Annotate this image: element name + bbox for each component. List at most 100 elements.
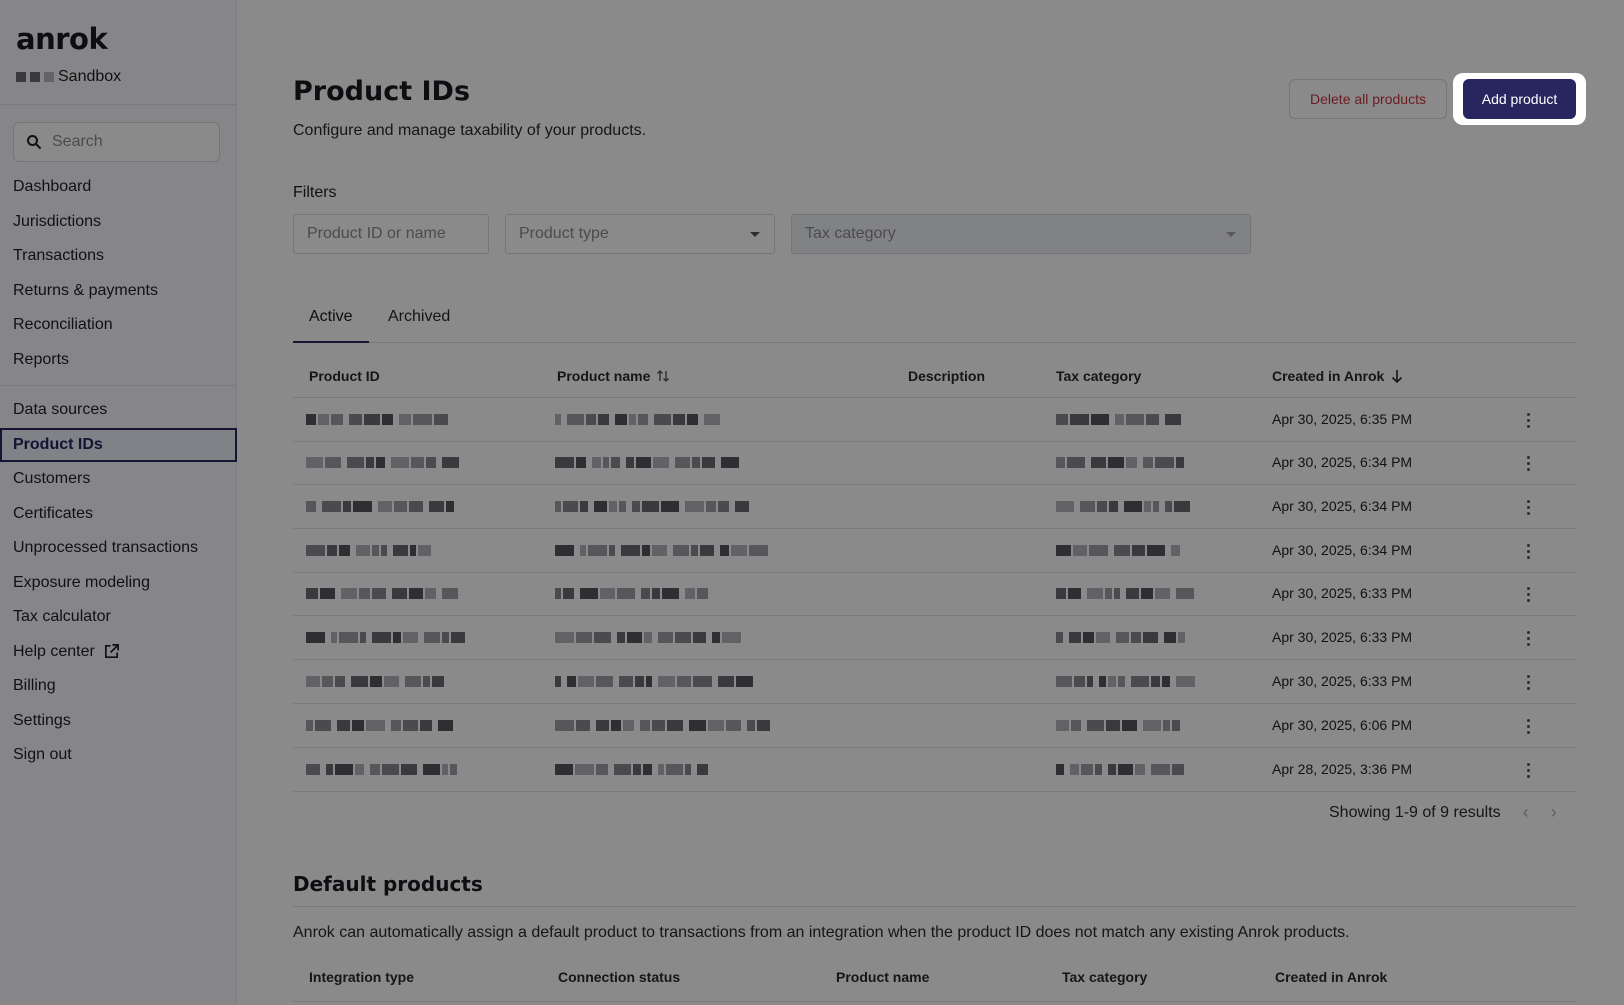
redacted-cell <box>306 632 471 644</box>
created-date: Apr 28, 2025, 3:36 PM <box>1272 761 1413 777</box>
anrok-logo[interactable]: anrok <box>16 22 108 56</box>
org-environment-label: Sandbox <box>58 68 122 85</box>
products-table-header: Product ID Product name Description Tax … <box>293 358 1576 398</box>
column-product-name[interactable]: Product name <box>557 368 670 384</box>
pagination: Showing 1-9 of 9 results ‹ › <box>1329 802 1557 823</box>
sidebar-item-dashboard[interactable]: Dashboard <box>0 170 237 205</box>
table-row[interactable]: Apr 30, 2025, 6:34 PM <box>293 441 1576 485</box>
delete-all-products-button[interactable]: Delete all products <box>1289 79 1447 119</box>
redacted-cell <box>555 720 772 732</box>
redacted-cell <box>555 457 741 469</box>
table-row[interactable]: Apr 30, 2025, 6:33 PM <box>293 660 1576 704</box>
sidebar-item-customers[interactable]: Customers <box>0 462 237 497</box>
search-input[interactable] <box>52 133 202 151</box>
more-options-icon[interactable] <box>1518 541 1538 561</box>
product-id-filter[interactable]: Product ID or name <box>293 214 489 254</box>
redacted-cell <box>1056 676 1197 688</box>
more-options-icon[interactable] <box>1518 453 1538 473</box>
redacted-cell <box>306 676 450 688</box>
more-options-icon[interactable] <box>1518 716 1538 736</box>
redacted-cell <box>1056 720 1186 732</box>
more-options-icon[interactable] <box>1518 672 1538 692</box>
sidebar-nav-bottom: Data sources Product IDs Customers Certi… <box>0 393 237 773</box>
sidebar-item-billing[interactable]: Billing <box>0 669 237 704</box>
column-tax-category: Tax category <box>1056 368 1142 384</box>
tab-active[interactable]: Active <box>293 296 369 343</box>
created-date: Apr 30, 2025, 6:33 PM <box>1272 629 1413 645</box>
sidebar-item-transactions[interactable]: Transactions <box>0 239 237 274</box>
sidebar-item-label: Help center <box>13 642 95 660</box>
column-integration-type: Integration type <box>309 969 415 985</box>
sort-descending-icon[interactable] <box>1390 368 1404 384</box>
sidebar-item-settings[interactable]: Settings <box>0 704 237 739</box>
redacted-cell <box>1056 632 1187 644</box>
column-created-in-anrok[interactable]: Created in Anrok <box>1272 368 1404 384</box>
sort-icon[interactable] <box>656 368 670 384</box>
redacted-cell <box>555 676 755 688</box>
sidebar-item-exposure-modeling[interactable]: Exposure modeling <box>0 566 237 601</box>
sidebar-item-reports[interactable]: Reports <box>0 343 237 378</box>
chevron-right-icon[interactable]: › <box>1551 802 1557 823</box>
created-date: Apr 30, 2025, 6:34 PM <box>1272 542 1413 558</box>
status-tabs: Active Archived <box>293 296 1576 343</box>
sidebar-item-unprocessed-transactions[interactable]: Unprocessed transactions <box>0 531 237 566</box>
created-date: Apr 30, 2025, 6:33 PM <box>1272 585 1413 601</box>
more-options-icon[interactable] <box>1518 760 1538 780</box>
column-product-name: Product name <box>836 969 930 985</box>
redacted-cell <box>306 414 454 426</box>
sidebar-search[interactable] <box>13 122 220 162</box>
default-products-title: Default products <box>293 872 483 896</box>
default-products-table-header: Integration type Connection status Produ… <box>293 966 1576 1002</box>
sidebar-item-tax-calculator[interactable]: Tax calculator <box>0 600 237 635</box>
column-connection-status: Connection status <box>558 969 681 985</box>
redacted-cell <box>1056 764 1186 776</box>
redacted-cell <box>555 414 722 426</box>
more-options-icon[interactable] <box>1518 584 1538 604</box>
section-divider <box>293 906 1576 907</box>
redacted-cell <box>555 545 774 557</box>
created-date: Apr 30, 2025, 6:34 PM <box>1272 454 1413 470</box>
redacted-cell <box>555 588 710 600</box>
redacted-cell <box>306 457 461 469</box>
table-row[interactable]: Apr 30, 2025, 6:34 PM <box>293 485 1576 529</box>
table-row[interactable]: Apr 30, 2025, 6:06 PM <box>293 704 1576 748</box>
tax-category-select[interactable]: Tax category <box>791 214 1251 254</box>
redacted-cell <box>1056 457 1190 469</box>
chevron-left-icon[interactable]: ‹ <box>1523 802 1529 823</box>
sidebar-item-sign-out[interactable]: Sign out <box>0 738 237 773</box>
sidebar-divider <box>0 104 237 105</box>
column-tax-category: Tax category <box>1062 969 1148 985</box>
sidebar-item-returns-payments[interactable]: Returns & payments <box>0 274 237 309</box>
tab-archived[interactable]: Archived <box>372 296 466 343</box>
product-type-select[interactable]: Product type <box>505 214 775 254</box>
column-description: Description <box>908 368 986 384</box>
sidebar-item-jurisdictions[interactable]: Jurisdictions <box>0 205 237 240</box>
table-row[interactable]: Apr 30, 2025, 6:34 PM <box>293 529 1576 573</box>
sidebar-item-help-center[interactable]: Help center <box>0 635 237 670</box>
org-switcher[interactable]: Sandbox <box>16 68 121 86</box>
chevron-down-icon <box>750 232 760 237</box>
sidebar-item-certificates[interactable]: Certificates <box>0 497 237 532</box>
sidebar-item-reconciliation[interactable]: Reconciliation <box>0 308 237 343</box>
column-product-id: Product ID <box>309 368 380 384</box>
created-date: Apr 30, 2025, 6:34 PM <box>1272 498 1413 514</box>
table-row[interactable]: Apr 30, 2025, 6:33 PM <box>293 572 1576 616</box>
sidebar-item-data-sources[interactable]: Data sources <box>0 393 237 428</box>
redacted-cell <box>1056 588 1196 600</box>
sidebar-item-product-ids[interactable]: Product IDs <box>0 427 237 462</box>
more-options-icon[interactable] <box>1518 410 1538 430</box>
more-options-icon[interactable] <box>1518 628 1538 648</box>
default-products-description: Anrok can automatically assign a default… <box>293 924 1350 941</box>
search-icon <box>27 135 42 150</box>
redacted-cell <box>306 501 456 513</box>
column-created-in-anrok: Created in Anrok <box>1275 969 1388 985</box>
external-link-icon <box>104 644 119 659</box>
more-options-icon[interactable] <box>1518 497 1538 517</box>
table-row[interactable]: Apr 30, 2025, 6:35 PM <box>293 398 1576 442</box>
redacted-cell <box>1056 414 1183 426</box>
table-row[interactable]: Apr 28, 2025, 3:36 PM <box>293 748 1576 792</box>
add-product-button[interactable]: Add product <box>1463 79 1576 119</box>
sidebar: anrok Sandbox Dashboard Jurisdictions Tr… <box>0 0 237 1005</box>
filters-label: Filters <box>293 184 337 201</box>
table-row[interactable]: Apr 30, 2025, 6:33 PM <box>293 616 1576 660</box>
